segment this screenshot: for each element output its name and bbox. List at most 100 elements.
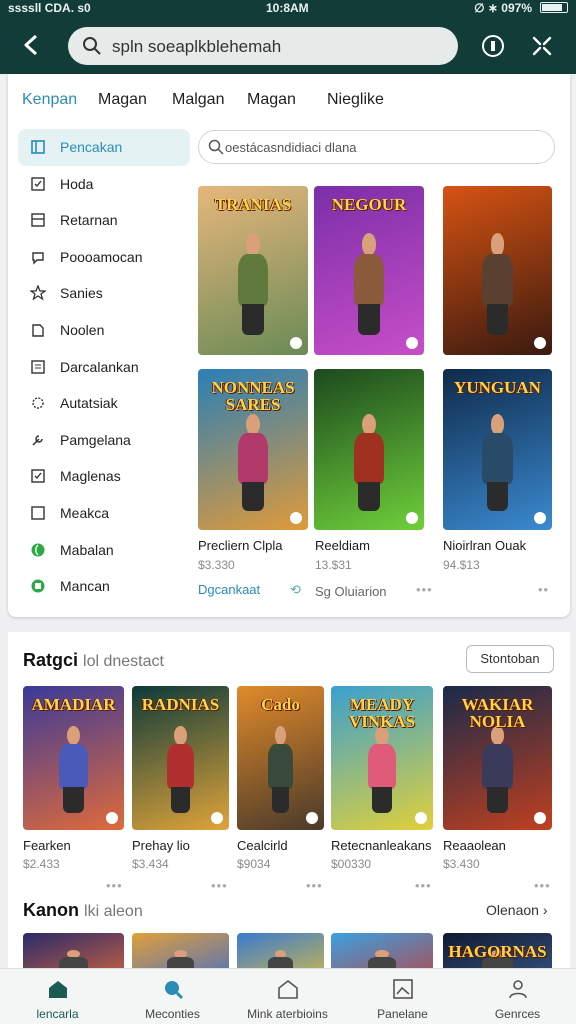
rating-badge-icon	[534, 812, 546, 824]
sidebar-item[interactable]: Sanies	[18, 275, 190, 312]
chevron-right-icon: ›	[542, 902, 548, 918]
game-thumbnail[interactable]	[314, 369, 424, 530]
sidebar-item[interactable]: Mancan	[18, 568, 190, 605]
profile-button[interactable]	[480, 33, 506, 59]
tab-nieglike[interactable]: Nieglike	[327, 91, 384, 109]
back-button[interactable]	[18, 30, 48, 60]
sidebar-item[interactable]: Mabalan	[18, 532, 190, 569]
game-logo-text: NONNEAS SARES	[211, 378, 295, 414]
footer-link[interactable]: Dgcankaat	[198, 582, 260, 597]
character-art	[362, 726, 403, 813]
game-thumbnail[interactable]: RADNIAS	[132, 686, 229, 830]
sidebar-item[interactable]: Hoda	[18, 166, 190, 203]
game-thumbnail[interactable]: TRANIAS	[198, 186, 308, 355]
item-name: Retecnanleakans	[331, 838, 432, 853]
game-logo-text: MEADY VINKAS	[348, 695, 416, 731]
character-art	[476, 233, 520, 335]
nav-item-label: lencarla	[36, 1007, 79, 1021]
section-button[interactable]: Stontoban	[466, 645, 554, 673]
picture-icon	[393, 979, 413, 999]
tab-kenpan[interactable]: Kenpan	[22, 91, 77, 109]
nav-item[interactable]: lencarla	[0, 969, 115, 1024]
sidebar-item-label: Poooamocan	[60, 248, 143, 265]
sidebar-item[interactable]: Darcalankan	[18, 349, 190, 386]
more-dots-icon[interactable]: ••	[538, 582, 549, 597]
more-dots-icon[interactable]: •••	[306, 878, 323, 893]
tool-icon	[32, 435, 43, 446]
sidebar-item[interactable]: Autatsiak	[18, 385, 190, 422]
nav-item[interactable]: Mink aterbioins	[230, 969, 345, 1024]
caption-price: 13.$31	[315, 558, 352, 572]
house-outline-icon	[278, 979, 298, 999]
game-logo-text: NEGOUR	[331, 195, 407, 214]
sidebar-item[interactable]: Poooamocan	[18, 239, 190, 276]
game-thumbnail[interactable]: MEADY VINKAS	[331, 686, 433, 830]
rating-badge-icon	[534, 337, 546, 349]
search-input[interactable]: spln soeaplkblehemah	[112, 37, 281, 57]
star-icon	[30, 285, 46, 301]
link-icon[interactable]: ⟲	[290, 582, 301, 598]
fullscreen-button[interactable]	[529, 33, 555, 59]
expand-icon	[532, 36, 552, 56]
more-dots-icon[interactable]: •••	[106, 878, 123, 893]
sidebar-item-label: Meakca	[60, 504, 110, 521]
square-icon	[31, 140, 45, 154]
game-thumbnail[interactable]: NONNEAS SARES	[198, 369, 308, 530]
rating-badge-icon	[211, 812, 223, 824]
more-dots-icon[interactable]: •••	[416, 582, 433, 597]
game-thumbnail[interactable]: AMADIAR	[23, 686, 124, 830]
rating-badge-icon	[406, 337, 418, 349]
see-more-link[interactable]: Olenaon ›	[486, 902, 548, 918]
game-thumbnail[interactable]: Cado	[237, 686, 324, 830]
clock: 10:8AM	[266, 1, 309, 15]
sidebar-item[interactable]: Noolen	[18, 312, 190, 349]
tab-magan[interactable]: Magan	[98, 91, 147, 109]
sidebar-item-label: Noolen	[60, 321, 105, 338]
nav-item-label: Genrces	[494, 1007, 541, 1021]
character-art	[53, 726, 93, 813]
nav-item[interactable]: Genrces	[460, 969, 575, 1024]
search-bar[interactable]: spln soeaplkblehemah	[68, 27, 458, 65]
tab-malgan[interactable]: Malgan	[172, 91, 224, 109]
footer-link[interactable]: Sg Oluiarion	[315, 584, 387, 599]
more-dots-icon[interactable]: •••	[415, 878, 432, 893]
tab-bar: Kenpan Magan Malgan Magan Nieglike	[8, 88, 570, 114]
rating-badge-icon	[106, 812, 118, 824]
sidebar-item[interactable]: Retarnan	[18, 202, 190, 239]
sidebar-item-label: Mabalan	[60, 541, 114, 558]
section-subtitle: lki aleon	[84, 903, 143, 920]
more-dots-icon[interactable]: •••	[534, 878, 551, 893]
nav-item[interactable]: Meconties	[115, 969, 230, 1024]
game-logo-text: Cado	[261, 695, 300, 714]
sidebar-item[interactable]: Pencakan	[18, 129, 190, 166]
sidebar-item[interactable]: Pamgelana	[18, 422, 190, 459]
caption-price: $3.330	[198, 558, 235, 572]
search-icon	[83, 37, 101, 55]
game-thumbnail[interactable]	[443, 186, 552, 355]
sidebar-item-label: Hoda	[60, 175, 94, 192]
caption-title: Precliern Clpla	[198, 538, 283, 553]
more-dots-icon[interactable]: •••	[211, 878, 228, 893]
nav-item[interactable]: Panelane	[345, 969, 460, 1024]
game-thumbnail[interactable]: WAKIAR NOLIA	[443, 686, 552, 830]
sidebar-item[interactable]: Maglenas	[18, 458, 190, 495]
main-card: Kenpan Magan Malgan Magan Nieglike Penca…	[8, 74, 570, 617]
game-thumbnail[interactable]: YUNGUAN	[443, 369, 552, 530]
game-logo-text: AMADIAR	[31, 695, 116, 714]
nav-item-label: Mink aterbioins	[247, 1007, 328, 1021]
character-art	[161, 726, 200, 813]
content-search-input[interactable]: oestácasndidiaci dlana	[225, 140, 357, 155]
status-bar: ssssll CDA. s0 10:8AM ∅ ∗ 097%	[0, 0, 576, 16]
caption-title: Reeldiam	[315, 538, 370, 553]
featured-section: Ratgci lol dnestact Stontoban AMADIAR Fea…	[8, 632, 570, 993]
game-thumbnail[interactable]: NEGOUR	[314, 186, 424, 355]
content-search[interactable]: oestácasndidiaci dlana	[198, 130, 555, 164]
game-logo-text: TRANIAS	[214, 195, 292, 214]
item-name: Prehay lio	[132, 838, 190, 853]
rating-badge-icon	[415, 812, 427, 824]
check-box-icon	[31, 469, 45, 484]
sidebar-item[interactable]: Meakca	[18, 495, 190, 532]
tab-magan-2[interactable]: Magan	[247, 91, 296, 109]
back-arrow-icon	[24, 34, 38, 56]
rating-badge-icon	[290, 337, 302, 349]
